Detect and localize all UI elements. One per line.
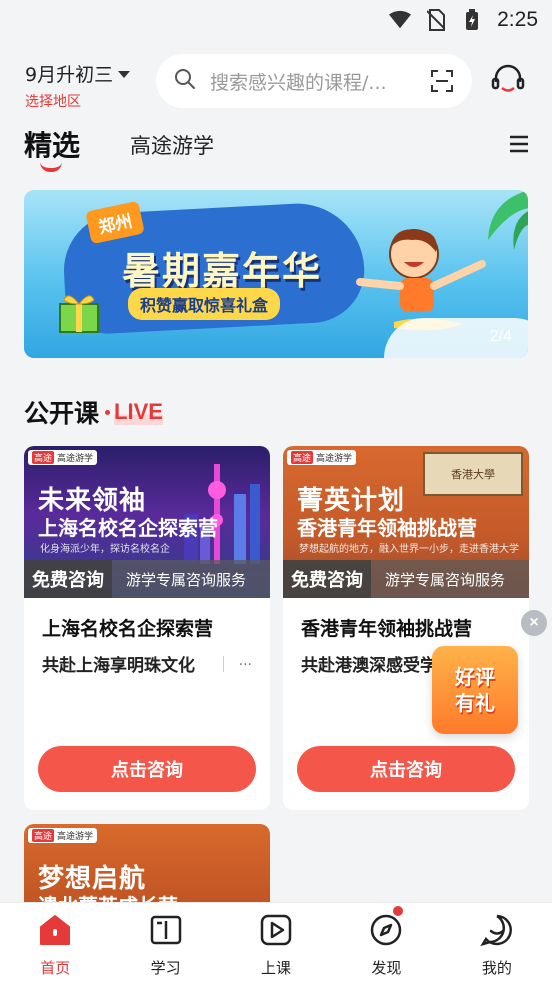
- wifi-icon: [389, 9, 412, 31]
- grade-label: 9月升初三: [25, 64, 114, 86]
- brand-tag: 高途: [32, 829, 55, 842]
- nav-discover[interactable]: 发现: [331, 903, 441, 983]
- play-icon: [259, 913, 293, 951]
- brand-name: 高途游学: [57, 832, 94, 842]
- consult-button[interactable]: 点击咨询: [297, 746, 515, 792]
- region-selector[interactable]: 9月升初三 选择地区: [25, 60, 131, 111]
- university-sign: 香港大學: [423, 452, 523, 496]
- book-icon: [149, 913, 183, 951]
- bottom-navigation: 首页 学习 上课 发现 我的: [0, 902, 552, 983]
- top-header: 9月升初三 选择地区 搜索感兴趣的课程/...: [0, 50, 552, 114]
- brand-name: 高途游学: [57, 454, 94, 464]
- course-cover: 香港大學 高途 高途游学 菁英计划 香港青年领袖挑战营 梦想起航的地方，融入世界…: [283, 446, 529, 598]
- section-title: 公开课: [24, 399, 100, 428]
- search-icon: [174, 68, 196, 94]
- course-cover: 高途 高途游学 未来领袖 上海名校名企探索营 化身海派少年，探访名校名企 免费咨…: [24, 446, 270, 598]
- brand-tag: 高途: [32, 451, 55, 464]
- city-skyline-illustration: [174, 454, 270, 568]
- banner-subline: 积赞赢取惊喜礼盒: [128, 288, 281, 320]
- consult-bar: 免费咨询 游学专属咨询服务: [283, 560, 529, 598]
- caret-down-icon: [118, 71, 131, 78]
- nav-class[interactable]: 上课: [221, 903, 331, 983]
- status-bar: 2:25: [0, 0, 552, 40]
- free-consult-label: 免费咨询: [283, 560, 371, 598]
- review-line-2: 有礼: [455, 691, 495, 715]
- nav-label: 上课: [261, 959, 292, 977]
- consult-bar: 免费咨询 游学专属咨询服务: [24, 560, 270, 598]
- no-sim-icon: [425, 9, 447, 31]
- review-line-1: 好评: [455, 665, 495, 689]
- banner-pager: 2/4: [489, 328, 512, 345]
- cover-subtitle: 上海名校名企探索营: [38, 516, 218, 540]
- course-desc: 共赴上海享明珠文化: [42, 656, 195, 676]
- customer-service-icon[interactable]: [490, 62, 526, 102]
- nav-label: 学习: [150, 959, 181, 977]
- desc-divider: [223, 656, 224, 672]
- status-time: 2:25: [497, 8, 538, 31]
- gift-box-icon: [54, 286, 104, 340]
- brand-name: 高途游学: [316, 454, 353, 464]
- nav-label: 首页: [40, 959, 71, 977]
- select-region-link[interactable]: 选择地区: [25, 91, 130, 111]
- cover-brand-badge: 高途 高途游学: [287, 450, 357, 465]
- open-course-header: 公开课 LIVE: [24, 394, 163, 430]
- course-card[interactable]: 香港大學 高途 高途游学 菁英计划 香港青年领袖挑战营 梦想起航的地方，融入世界…: [283, 446, 529, 810]
- cover-caption: 梦想起航的地方，融入世界一小步，走进香港大学: [299, 544, 519, 555]
- tab-study-tour[interactable]: 高途游学: [130, 130, 214, 160]
- active-tab-indicator: [40, 162, 62, 172]
- category-tabs: 精选 高途游学: [0, 118, 552, 176]
- promo-banner[interactable]: 郑州 暑期嘉年华 积赞赢取惊喜礼盒 2/4: [24, 190, 528, 358]
- compass-icon: [369, 913, 403, 951]
- battery-charging-icon: [461, 9, 483, 31]
- live-label: LIVE: [114, 399, 163, 425]
- banner-headline: 暑期嘉年华: [122, 249, 323, 293]
- free-consult-label: 免费咨询: [24, 560, 112, 598]
- course-name: 香港青年领袖挑战营: [301, 618, 473, 640]
- nav-profile[interactable]: 我的: [442, 903, 552, 983]
- nav-label: 发现: [371, 959, 402, 977]
- service-label: 游学专属咨询服务: [385, 570, 506, 589]
- course-name: 上海名校名企探索营: [42, 618, 214, 640]
- home-icon: [38, 913, 72, 951]
- brand-tag: 高途: [291, 451, 314, 464]
- nav-study[interactable]: 学习: [110, 903, 220, 983]
- service-label: 游学专属咨询服务: [126, 570, 247, 589]
- nav-home[interactable]: 首页: [0, 903, 110, 983]
- cover-subtitle: 香港青年领袖挑战营: [297, 516, 477, 540]
- separator-dot: [105, 409, 111, 415]
- menu-icon[interactable]: [510, 135, 528, 157]
- search-placeholder: 搜索感兴趣的课程/...: [210, 71, 387, 94]
- course-card[interactable]: 高途 高途游学 未来领袖 上海名校名企探索营 化身海派少年，探访名校名企 免费咨…: [24, 446, 270, 810]
- scan-icon[interactable]: [430, 69, 454, 97]
- search-bar[interactable]: 搜索感兴趣的课程/...: [156, 54, 472, 108]
- cover-brand-badge: 高途 高途游学: [28, 450, 98, 465]
- consult-button[interactable]: 点击咨询: [38, 746, 256, 792]
- grade-picker[interactable]: 9月升初三: [25, 60, 131, 87]
- cover-brand-badge: 高途 高途游学: [28, 828, 98, 843]
- profile-icon: [480, 913, 514, 951]
- review-reward-float[interactable]: 好评 有礼: [432, 646, 518, 734]
- tab-featured[interactable]: 精选: [24, 124, 80, 164]
- close-float-button[interactable]: ×: [521, 610, 547, 636]
- nav-label: 我的: [481, 959, 512, 977]
- cover-caption: 化身海派少年，探访名校名企: [40, 544, 170, 555]
- more-indicator: ...: [238, 653, 252, 669]
